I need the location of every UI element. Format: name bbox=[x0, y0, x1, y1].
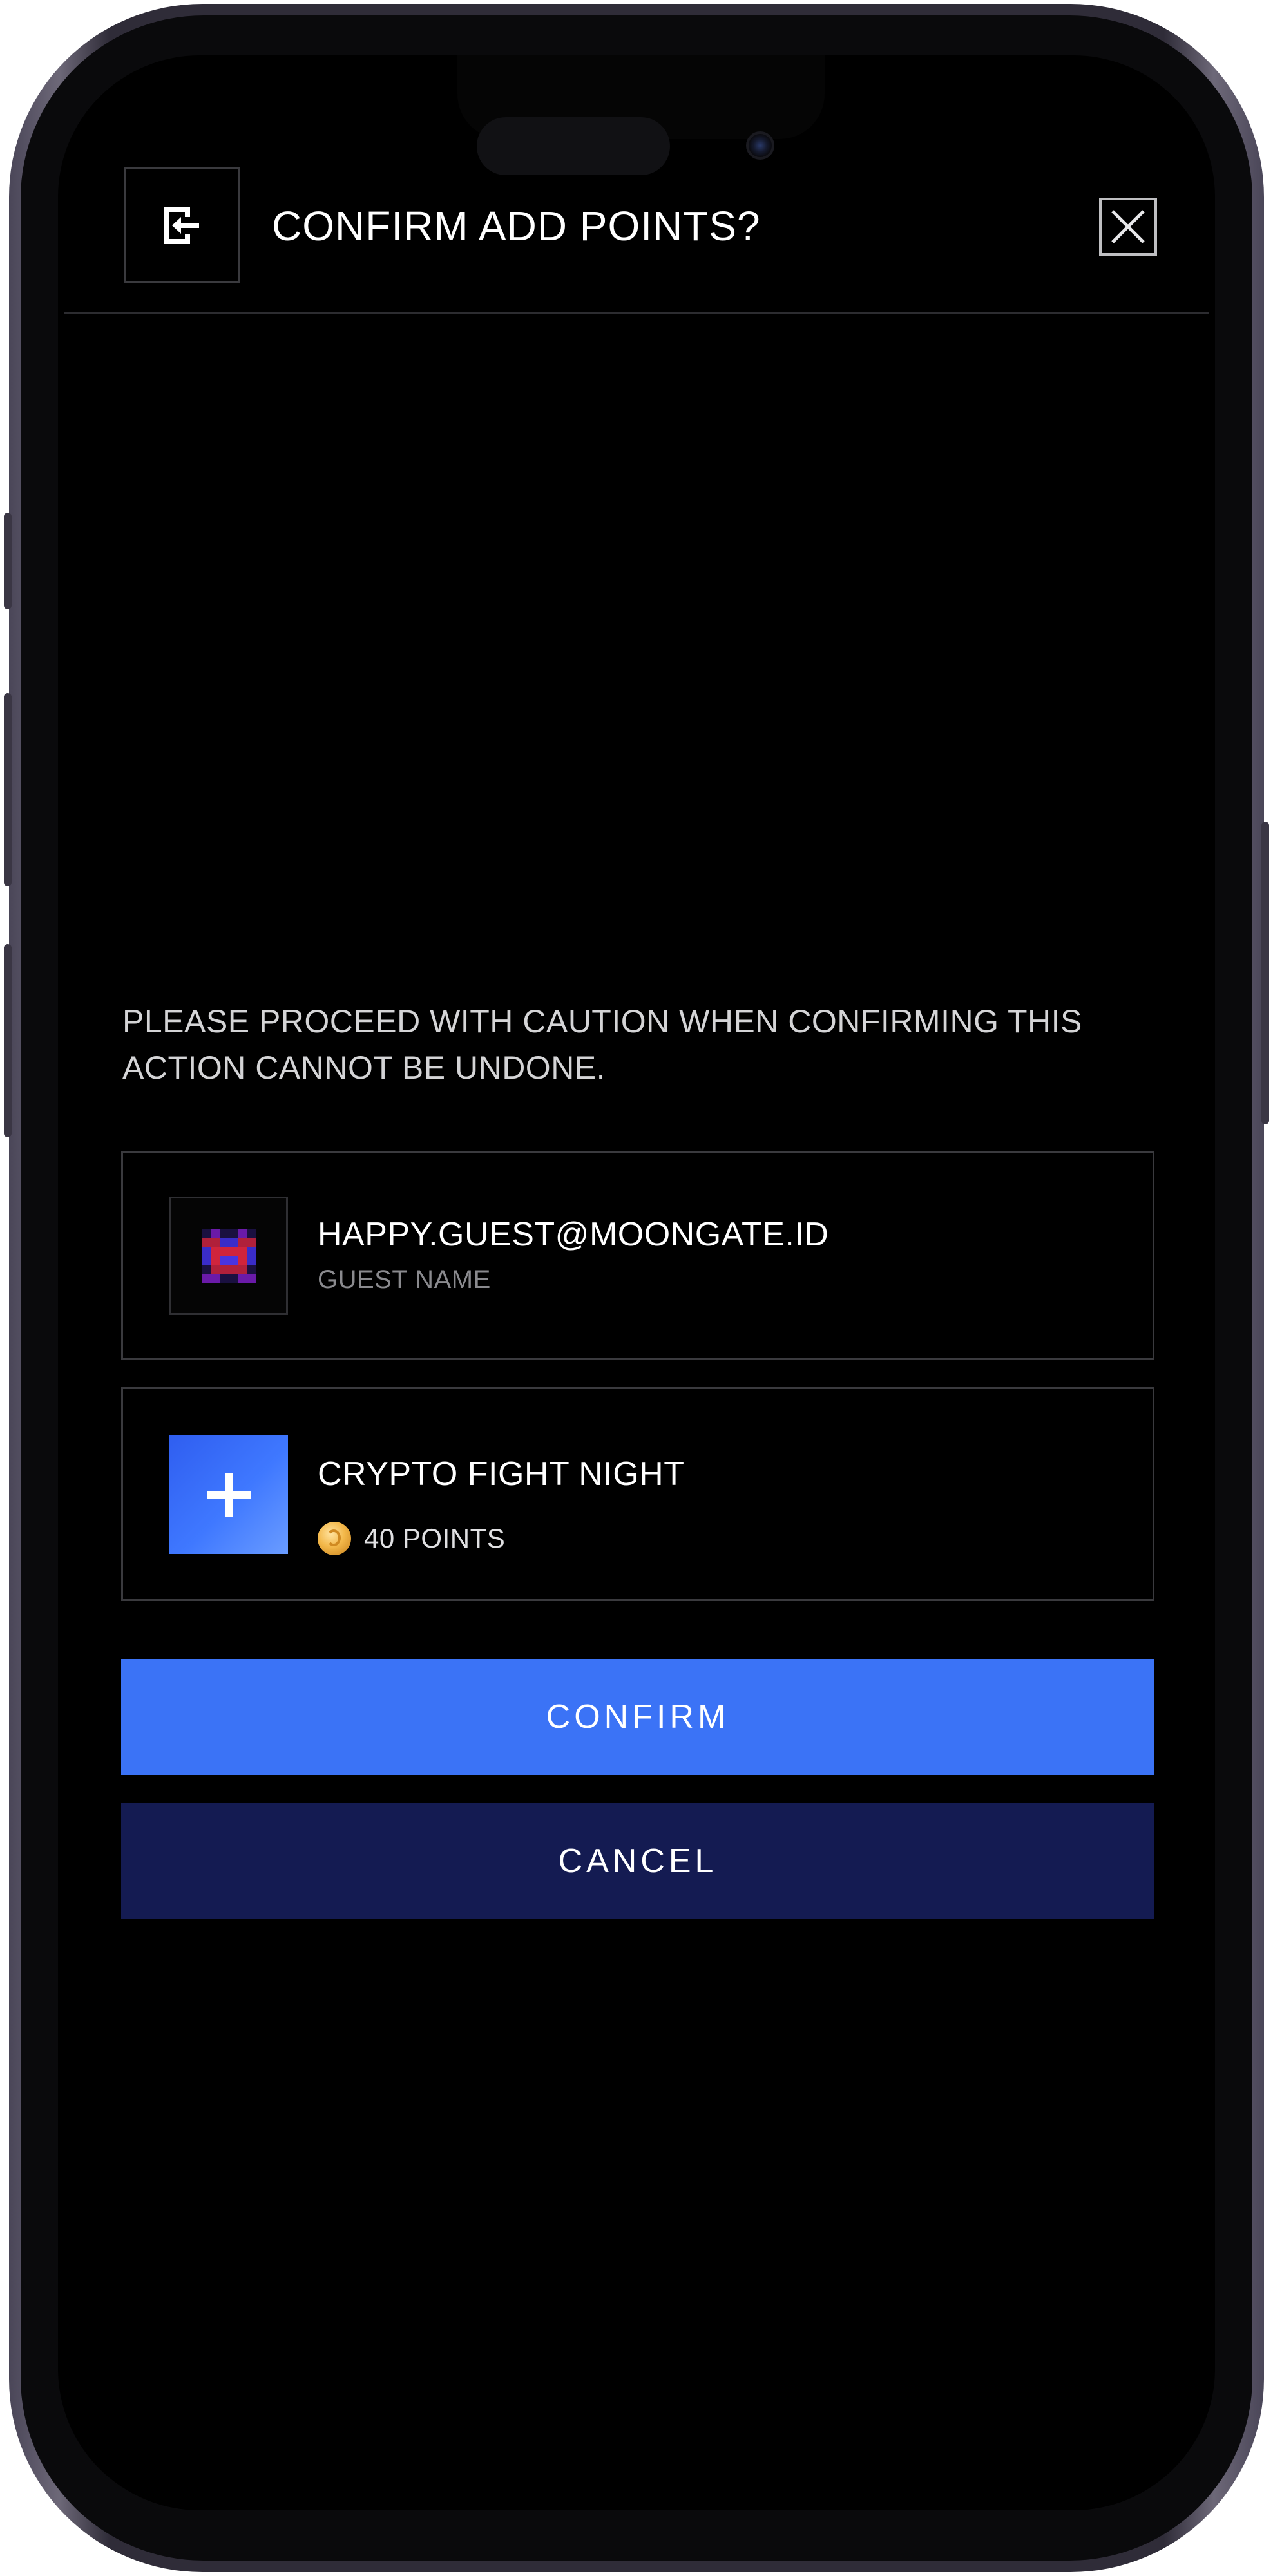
plus-icon bbox=[207, 1473, 251, 1517]
guest-email: HAPPY.GUEST@MOONGATE.ID bbox=[318, 1216, 829, 1253]
guest-card: HAPPY.GUEST@MOONGATE.ID GUEST NAME bbox=[121, 1151, 1154, 1360]
pixel-avatar-icon bbox=[202, 1229, 256, 1283]
caution-notice: PLEASE PROCEED WITH CAUTION WHEN CONFIRM… bbox=[122, 1003, 1082, 1086]
modal-title: CONFIRM ADD POINTS? bbox=[272, 203, 761, 249]
points-value: 40 POINTS bbox=[364, 1523, 506, 1553]
points-row: 40 POINTS bbox=[318, 1522, 505, 1555]
coin-icon bbox=[318, 1522, 351, 1555]
power-button bbox=[1261, 822, 1269, 1124]
cancel-button[interactable]: CANCEL bbox=[121, 1803, 1154, 1919]
close-icon bbox=[1111, 210, 1145, 243]
close-button[interactable] bbox=[1099, 198, 1157, 256]
exit-button[interactable] bbox=[124, 167, 240, 283]
guest-avatar bbox=[169, 1197, 288, 1315]
modal-header: CONFIRM ADD POINTS? bbox=[58, 55, 1215, 283]
guest-name-label: GUEST NAME bbox=[318, 1265, 491, 1294]
confirm-button[interactable]: CONFIRM bbox=[121, 1659, 1154, 1775]
header-divider bbox=[64, 312, 1209, 314]
event-name: CRYPTO FIGHT NIGHT bbox=[318, 1455, 685, 1493]
volume-up-button bbox=[4, 693, 12, 886]
action-button bbox=[4, 513, 12, 609]
phone-screen: CONFIRM ADD POINTS? PLEASE PROCEED WITH … bbox=[58, 55, 1215, 2510]
event-thumbnail bbox=[169, 1435, 288, 1554]
volume-down-button bbox=[4, 944, 12, 1137]
event-card: CRYPTO FIGHT NIGHT 40 POINTS bbox=[121, 1387, 1154, 1601]
exit-icon bbox=[164, 207, 199, 244]
